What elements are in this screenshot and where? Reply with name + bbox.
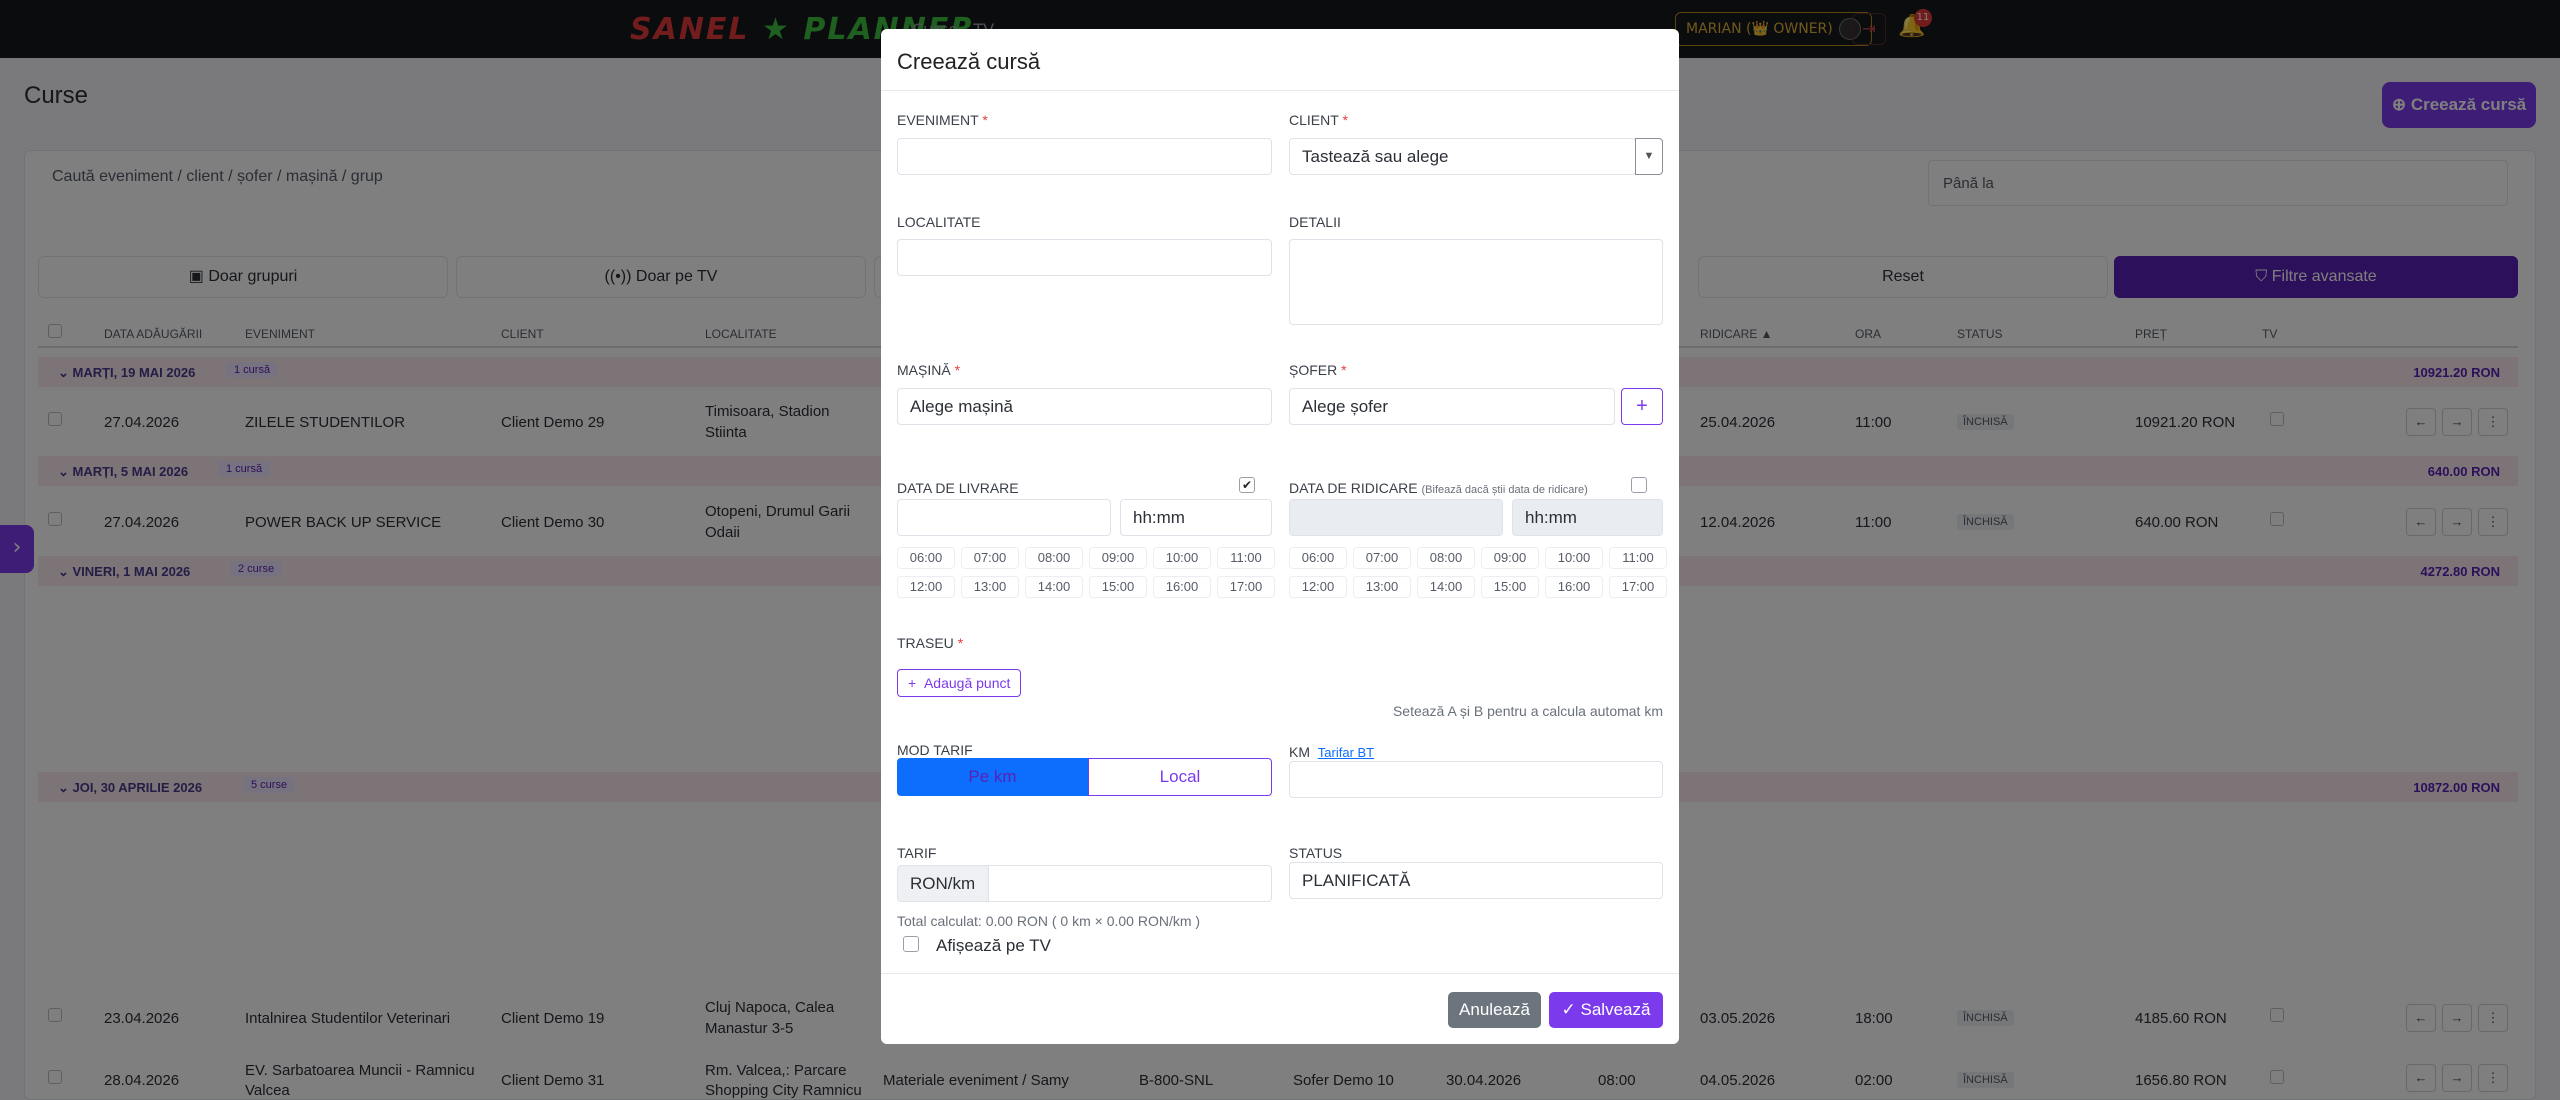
tariff-mode-label: MOD TARIF: [897, 742, 973, 758]
mode-perkm-button[interactable]: Pe km: [897, 758, 1088, 796]
tariff-label: TARIF: [897, 845, 937, 861]
time-chip[interactable]: 09:00: [1481, 547, 1539, 569]
delivery-date-input[interactable]: [897, 499, 1111, 536]
time-chip[interactable]: 07:00: [1353, 547, 1411, 569]
event-input[interactable]: [897, 138, 1272, 175]
km-input[interactable]: [1289, 761, 1663, 798]
time-chip[interactable]: 16:00: [1153, 576, 1211, 598]
time-chip[interactable]: 15:00: [1481, 576, 1539, 598]
show-tv-label[interactable]: Afișează pe TV: [936, 936, 1051, 956]
time-chip[interactable]: 06:00: [1289, 547, 1347, 569]
status-label: STATUS: [1289, 845, 1343, 861]
add-driver-button[interactable]: +: [1621, 388, 1663, 425]
cancel-button[interactable]: Anulează: [1448, 992, 1541, 1028]
time-chip[interactable]: 12:00: [897, 576, 955, 598]
show-tv-checkbox[interactable]: [903, 936, 919, 952]
time-chip[interactable]: 17:00: [1609, 576, 1667, 598]
time-chip[interactable]: 11:00: [1217, 547, 1275, 569]
car-label: MAȘINĂ *: [897, 362, 961, 378]
time-chip[interactable]: 13:00: [961, 576, 1019, 598]
total-calculated: Total calculat: 0.00 RON ( 0 km × 0.00 R…: [897, 913, 1201, 929]
client-label: CLIENT *: [1289, 112, 1348, 128]
tariff-input[interactable]: [988, 865, 1272, 902]
pickup-date-input[interactable]: [1289, 499, 1503, 536]
create-ride-modal: Creează cursă EVENIMENT * CLIENT * Taste…: [881, 29, 1679, 1044]
pickup-date-checkbox[interactable]: [1631, 477, 1647, 493]
modal-header: Creează cursă: [881, 29, 1679, 91]
details-textarea[interactable]: [1289, 239, 1663, 325]
car-select[interactable]: Alege mașină: [897, 388, 1272, 425]
time-chip[interactable]: 11:00: [1609, 547, 1667, 569]
driver-label: ȘOFER *: [1289, 362, 1347, 378]
check-icon: ✓: [1561, 1000, 1576, 1019]
details-label: DETALII: [1289, 214, 1341, 230]
time-chip[interactable]: 14:00: [1025, 576, 1083, 598]
delivery-time-input[interactable]: hh:mm: [1120, 499, 1272, 536]
time-chip[interactable]: 09:00: [1089, 547, 1147, 569]
event-label: EVENIMENT *: [897, 112, 988, 128]
driver-select[interactable]: Alege șofer: [1289, 388, 1615, 425]
modal-footer: Anulează ✓ Salvează: [881, 973, 1679, 1044]
tariff-unit: RON/km: [897, 865, 989, 902]
status-select[interactable]: PLANIFICATĂ: [1289, 862, 1663, 899]
pickup-time-input[interactable]: hh:mm: [1512, 499, 1663, 536]
time-chip[interactable]: 14:00: [1417, 576, 1475, 598]
modal-title: Creează cursă: [897, 49, 1041, 74]
time-chip[interactable]: 08:00: [1025, 547, 1083, 569]
route-hint: Setează A și B pentru a calcula automat …: [1392, 703, 1663, 719]
time-chip[interactable]: 07:00: [961, 547, 1019, 569]
add-point-button[interactable]: + Adaugă punct: [897, 669, 1022, 697]
pickup-date-label: DATA DE RIDICARE (Bifează dacă știi data…: [1289, 480, 1588, 496]
time-chip[interactable]: 15:00: [1089, 576, 1147, 598]
time-chip[interactable]: 08:00: [1417, 547, 1475, 569]
time-chip[interactable]: 17:00: [1217, 576, 1275, 598]
delivery-date-label: DATA DE LIVRARE: [897, 480, 1019, 496]
time-chip[interactable]: 12:00: [1289, 576, 1347, 598]
time-chip[interactable]: 16:00: [1545, 576, 1603, 598]
km-label: KM Tarifar BT: [1289, 744, 1375, 760]
caret-down-icon: ▼: [1643, 150, 1655, 162]
location-label: LOCALITATE: [897, 214, 981, 230]
plus-icon: +: [1636, 395, 1648, 417]
time-chip[interactable]: 10:00: [1545, 547, 1603, 569]
tariff-link[interactable]: Tarifar BT: [1318, 745, 1374, 760]
mode-local-button[interactable]: Local: [1088, 758, 1272, 796]
client-input[interactable]: Tastează sau alege: [1289, 138, 1636, 175]
time-chip[interactable]: 13:00: [1353, 576, 1411, 598]
time-chip[interactable]: 10:00: [1153, 547, 1211, 569]
delivery-date-checkbox[interactable]: ✔: [1239, 477, 1255, 493]
route-label: TRASEU *: [897, 635, 964, 651]
location-input[interactable]: [897, 239, 1272, 276]
client-dropdown-button[interactable]: ▼: [1635, 138, 1663, 175]
save-button[interactable]: ✓ Salvează: [1549, 992, 1663, 1028]
time-chip[interactable]: 06:00: [897, 547, 955, 569]
